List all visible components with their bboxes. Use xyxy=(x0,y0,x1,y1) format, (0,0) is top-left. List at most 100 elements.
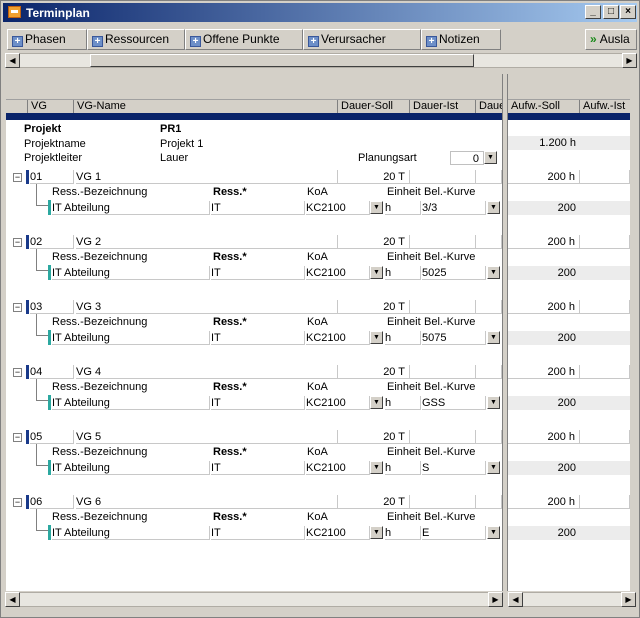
res-ress[interactable]: IT xyxy=(211,526,305,540)
col-header-dauer-ist[interactable]: Dauer-Ist xyxy=(410,100,476,113)
collapse-toggle-icon[interactable]: − xyxy=(13,238,22,247)
collapse-toggle-icon[interactable]: − xyxy=(13,433,22,442)
res-kurve[interactable]: 5075 xyxy=(422,331,486,345)
dauer[interactable] xyxy=(476,365,502,379)
res-aufw-ist[interactable] xyxy=(580,266,630,280)
dauer-soll[interactable]: 20 T xyxy=(338,300,410,314)
res-aufw-ist[interactable] xyxy=(580,461,630,475)
res-kurve[interactable]: 3/3 xyxy=(422,201,486,215)
scroll-right-arrow-icon[interactable]: ▶ xyxy=(488,592,503,607)
res-aufw-ist[interactable] xyxy=(580,396,630,410)
scroll-right-arrow-icon[interactable]: ▶ xyxy=(622,53,637,68)
collapse-toggle-icon[interactable]: − xyxy=(13,173,22,182)
res-ress[interactable]: IT xyxy=(211,331,305,345)
top-horizontal-scrollbar[interactable]: ◀ ▶ xyxy=(5,53,637,68)
koa-dropdown-icon[interactable]: ▼ xyxy=(370,201,383,214)
res-kurve[interactable]: 5025 xyxy=(422,266,486,280)
scroll-thumb[interactable] xyxy=(90,54,474,67)
aufw-soll[interactable]: 200 h xyxy=(508,170,580,184)
auslastung-button[interactable]: » Ausla xyxy=(585,29,637,50)
aufw-ist[interactable] xyxy=(580,170,630,184)
aufw-soll[interactable]: 200 h xyxy=(508,300,580,314)
dauer-soll[interactable]: 20 T xyxy=(338,235,410,249)
kurve-dropdown-icon[interactable]: ▼ xyxy=(487,526,500,539)
res-bezeichnung[interactable]: IT Abteilung xyxy=(52,461,210,475)
res-aufw[interactable]: 200 xyxy=(508,526,580,540)
vg-number[interactable]: 01 xyxy=(30,170,74,184)
aufw-soll[interactable]: 200 h xyxy=(508,365,580,379)
col-header-dauer[interactable]: Dauer xyxy=(476,100,502,113)
planungsart-select[interactable]: 0 xyxy=(450,151,484,165)
res-einheit[interactable]: h xyxy=(385,526,421,540)
title-bar[interactable]: Terminplan _ □ × xyxy=(3,3,637,22)
res-aufw[interactable]: 200 xyxy=(508,331,580,345)
dauer-ist[interactable] xyxy=(410,170,476,184)
maximize-button[interactable]: □ xyxy=(603,5,619,19)
vg-name[interactable]: VG 5 xyxy=(76,430,338,444)
vg-number[interactable]: 05 xyxy=(30,430,74,444)
res-koa[interactable]: KC2100 xyxy=(306,201,370,215)
vg-name[interactable]: VG 6 xyxy=(76,495,338,509)
dauer[interactable] xyxy=(476,235,502,249)
collapse-toggle-icon[interactable]: − xyxy=(13,498,22,507)
kurve-dropdown-icon[interactable]: ▼ xyxy=(487,266,500,279)
kurve-dropdown-icon[interactable]: ▼ xyxy=(487,396,500,409)
dauer-ist[interactable] xyxy=(410,365,476,379)
dauer-soll[interactable]: 20 T xyxy=(338,495,410,509)
koa-dropdown-icon[interactable]: ▼ xyxy=(370,526,383,539)
scroll-right-arrow-icon[interactable]: ▶ xyxy=(621,592,636,607)
dauer-ist[interactable] xyxy=(410,430,476,444)
collapse-toggle-icon[interactable]: − xyxy=(13,368,22,377)
res-aufw-ist[interactable] xyxy=(580,331,630,345)
aufw-ist[interactable] xyxy=(580,235,630,249)
res-koa[interactable]: KC2100 xyxy=(306,266,370,280)
offene-punkte-button[interactable]: + Offene Punkte xyxy=(185,29,303,50)
vg-name[interactable]: VG 2 xyxy=(76,235,338,249)
collapse-toggle-icon[interactable]: − xyxy=(13,303,22,312)
res-einheit[interactable]: h xyxy=(385,461,421,475)
aufw-ist[interactable] xyxy=(580,495,630,509)
vg-number[interactable]: 06 xyxy=(30,495,74,509)
res-koa[interactable]: KC2100 xyxy=(306,331,370,345)
col-header-vg[interactable]: VG xyxy=(28,100,74,113)
dauer[interactable] xyxy=(476,300,502,314)
col-header-aufw-soll[interactable]: Aufw.-Soll xyxy=(508,100,580,113)
res-aufw[interactable]: 200 xyxy=(508,266,580,280)
vg-number[interactable]: 03 xyxy=(30,300,74,314)
dauer-soll[interactable]: 20 T xyxy=(338,170,410,184)
res-aufw-ist[interactable] xyxy=(580,526,630,540)
aufw-soll[interactable]: 200 h xyxy=(508,495,580,509)
koa-dropdown-icon[interactable]: ▼ xyxy=(370,461,383,474)
res-ress[interactable]: IT xyxy=(211,266,305,280)
res-einheit[interactable]: h xyxy=(385,331,421,345)
scroll-left-arrow-icon[interactable]: ◀ xyxy=(508,592,523,607)
dauer-ist[interactable] xyxy=(410,300,476,314)
planungsart-dropdown-icon[interactable]: ▼ xyxy=(484,151,497,164)
res-aufw[interactable]: 200 xyxy=(508,201,580,215)
dauer[interactable] xyxy=(476,170,502,184)
dauer-ist[interactable] xyxy=(410,235,476,249)
right-horizontal-scrollbar[interactable]: ◀ ▶ xyxy=(508,592,636,607)
res-aufw-ist[interactable] xyxy=(580,201,630,215)
aufw-soll[interactable]: 200 h xyxy=(508,235,580,249)
res-ress[interactable]: IT xyxy=(211,461,305,475)
scroll-left-arrow-icon[interactable]: ◀ xyxy=(5,592,20,607)
kurve-dropdown-icon[interactable]: ▼ xyxy=(487,461,500,474)
res-koa[interactable]: KC2100 xyxy=(306,396,370,410)
aufw-ist[interactable] xyxy=(580,430,630,444)
scroll-left-arrow-icon[interactable]: ◀ xyxy=(5,53,20,68)
aufw-ist[interactable] xyxy=(580,300,630,314)
vg-number[interactable]: 04 xyxy=(30,365,74,379)
res-bezeichnung[interactable]: IT Abteilung xyxy=(52,201,210,215)
phasen-button[interactable]: + Phasen xyxy=(7,29,87,50)
koa-dropdown-icon[interactable]: ▼ xyxy=(370,396,383,409)
koa-dropdown-icon[interactable]: ▼ xyxy=(370,331,383,344)
res-aufw[interactable]: 200 xyxy=(508,396,580,410)
dauer-soll[interactable]: 20 T xyxy=(338,365,410,379)
vg-name[interactable]: VG 1 xyxy=(76,170,338,184)
kurve-dropdown-icon[interactable]: ▼ xyxy=(487,201,500,214)
aufw-ist[interactable] xyxy=(580,365,630,379)
res-bezeichnung[interactable]: IT Abteilung xyxy=(52,396,210,410)
res-einheit[interactable]: h xyxy=(385,396,421,410)
vertical-scrollbar[interactable] xyxy=(630,74,638,591)
